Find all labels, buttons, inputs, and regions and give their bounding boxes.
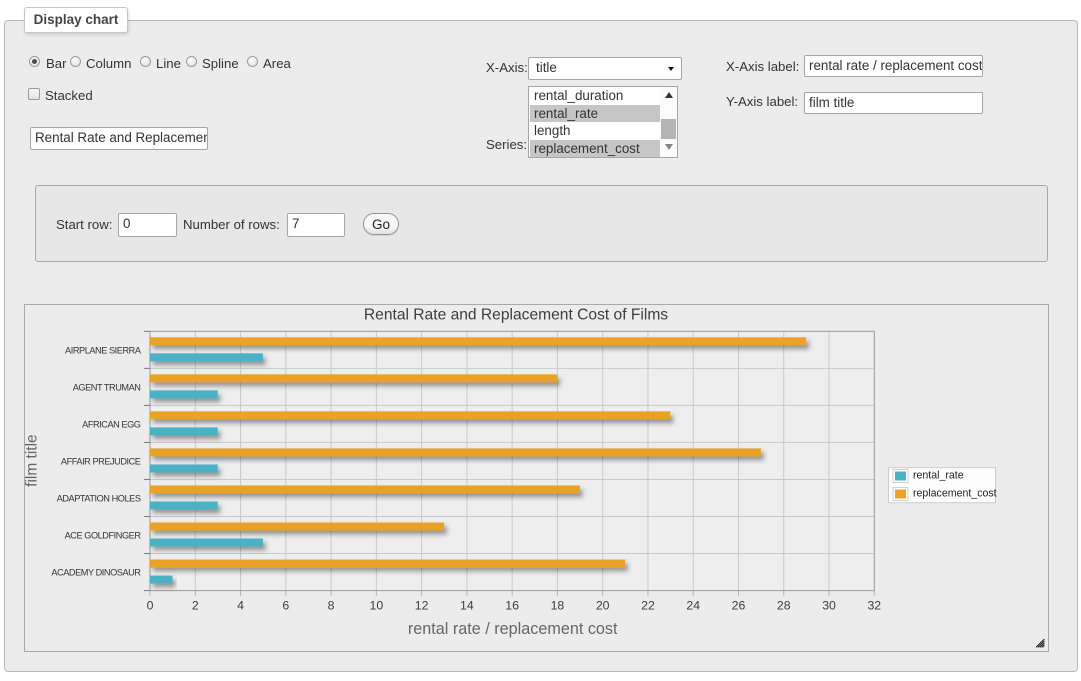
svg-text:ACADEMY DINOSAUR: ACADEMY DINOSAUR — [51, 568, 141, 578]
svg-text:ADAPTATION HOLES: ADAPTATION HOLES — [57, 493, 141, 503]
svg-text:20: 20 — [596, 598, 610, 612]
svg-text:replacement_cost: replacement_cost — [913, 488, 997, 500]
svg-text:Rental Rate and Replacement Co: Rental Rate and Replacement Cost of Film… — [364, 307, 668, 324]
svg-text:18: 18 — [551, 598, 565, 612]
svg-text:16: 16 — [505, 598, 519, 612]
svg-text:12: 12 — [415, 598, 429, 612]
svg-text:2: 2 — [192, 598, 199, 612]
svg-text:0: 0 — [147, 598, 154, 612]
svg-text:4: 4 — [237, 598, 244, 612]
svg-text:AGENT TRUMAN: AGENT TRUMAN — [73, 382, 141, 392]
svg-text:rental rate / replacement cost: rental rate / replacement cost — [408, 620, 618, 638]
svg-text:28: 28 — [777, 598, 791, 612]
svg-text:8: 8 — [328, 598, 335, 612]
svg-text:rental_rate: rental_rate — [913, 470, 964, 482]
svg-text:ACE GOLDFINGER: ACE GOLDFINGER — [65, 531, 142, 541]
svg-text:AIRPLANE SIERRA: AIRPLANE SIERRA — [65, 345, 142, 355]
svg-text:22: 22 — [641, 598, 655, 612]
svg-text:14: 14 — [460, 598, 474, 612]
svg-text:6: 6 — [282, 598, 289, 612]
svg-text:AFRICAN EGG: AFRICAN EGG — [82, 419, 141, 429]
svg-text:30: 30 — [822, 598, 836, 612]
svg-text:AFFAIR PREJUDICE: AFFAIR PREJUDICE — [61, 456, 141, 466]
svg-text:10: 10 — [370, 598, 384, 612]
svg-text:26: 26 — [732, 598, 746, 612]
svg-text:24: 24 — [686, 598, 700, 612]
svg-text:film title: film title — [24, 434, 41, 487]
svg-text:32: 32 — [867, 598, 881, 612]
